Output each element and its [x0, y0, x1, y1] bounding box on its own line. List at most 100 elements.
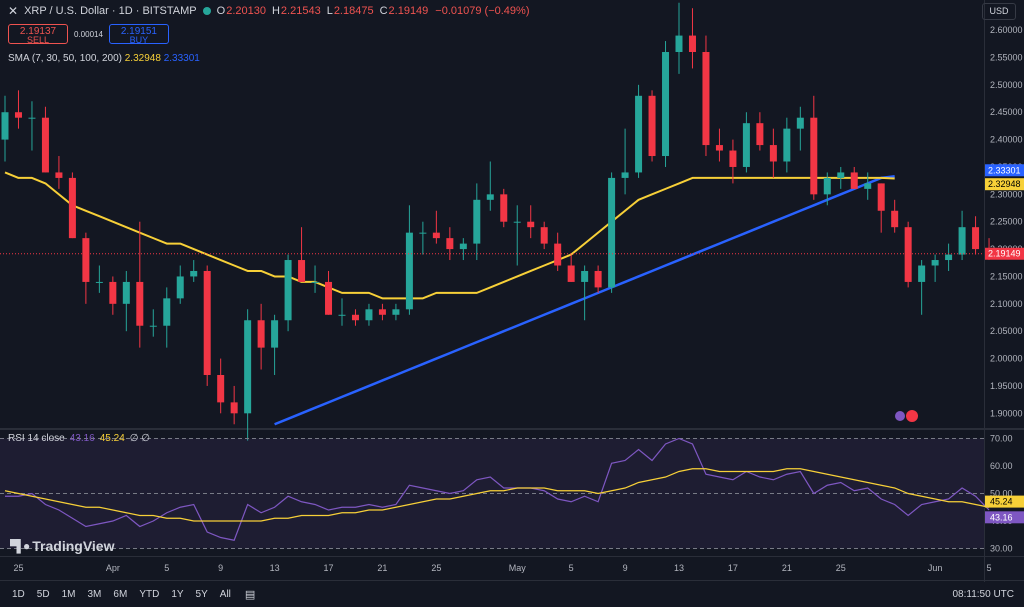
time-tick-label: 5	[164, 563, 169, 573]
buy-button[interactable]: 2.19151 BUY	[108, 24, 169, 45]
candle-body	[864, 183, 872, 189]
ohlc-value: −0.01079 (−0.49%)	[435, 5, 530, 17]
sell-button[interactable]: 2.19137 SELL	[8, 24, 68, 45]
candle-body	[284, 260, 292, 321]
price-tick-label: 2.10000	[990, 299, 1023, 309]
candle-body	[918, 265, 926, 282]
ohlc-key: C	[379, 5, 388, 17]
close-icon[interactable]: ✕	[8, 4, 18, 18]
price-tick-label: 2.55000	[990, 52, 1023, 62]
chart-canvas[interactable]: 1.90000 1.95000 2.00000 2.05000 2.10000 2.150…	[0, 0, 1024, 607]
price-tick-label: 2.30000	[990, 189, 1023, 199]
candle-body	[378, 309, 386, 315]
rsi-legend-label: RSI 14 close	[8, 433, 65, 444]
candle-body	[149, 325, 157, 327]
candle-body	[675, 35, 683, 53]
candle-body	[648, 95, 656, 157]
candle-body	[203, 270, 211, 375]
candle-body	[850, 172, 858, 189]
buy-label: BUY	[129, 35, 149, 45]
rsi-legend[interactable]: RSI 14 close 43.16 45.24 ∅ ∅	[8, 433, 150, 444]
time-tick-label: 13	[270, 563, 280, 573]
rsi-tick-label: 60.00	[990, 461, 1013, 471]
candle-body	[190, 270, 198, 277]
time-tick-label: Apr	[106, 563, 120, 573]
time-tick-label: 9	[218, 563, 223, 573]
price-tick-label: 1.90000	[990, 408, 1023, 418]
candle-body	[217, 374, 225, 403]
candle-body	[608, 177, 616, 288]
ohlc-values: O2.20130 H2.21543 L2.18475 C2.19149 −0.01079…	[217, 5, 536, 17]
range-button-1m[interactable]: 1M	[62, 589, 76, 600]
time-tick-label: 17	[728, 563, 738, 573]
spread-value: 0.00014	[74, 29, 103, 39]
candle-body	[958, 227, 966, 255]
candle-body	[14, 112, 22, 118]
time-tick-label: 21	[782, 563, 792, 573]
candle-body	[742, 123, 750, 167]
candle-body	[796, 117, 804, 129]
ohlc-key: H	[271, 5, 280, 17]
candle-body	[877, 183, 885, 211]
symbol-header: ✕ XRP / U.S. Dollar · 1D · BITSTAMP O2.2…	[8, 3, 535, 19]
price-tick-label: 2.05000	[990, 326, 1023, 336]
candle-body	[540, 227, 548, 244]
time-tick-label: 25	[431, 563, 441, 573]
candle-body	[931, 260, 939, 266]
ohlc-value: 2.21543	[280, 5, 321, 17]
range-button-6m[interactable]: 6M	[113, 589, 127, 600]
range-button-1y[interactable]: 1Y	[171, 589, 183, 600]
market-status-icon	[202, 7, 211, 15]
range-button-all[interactable]: All	[220, 589, 231, 600]
candle-body	[41, 117, 49, 173]
candle-body	[527, 221, 535, 228]
bottom-toolbar: 1D 5D 1M 3M 6M YTD 1Y 5Y All ▤ 08:11:50 UTC	[0, 582, 1024, 607]
candle-body	[621, 172, 629, 178]
candle-body	[688, 35, 696, 53]
candle-body	[55, 172, 63, 178]
candle-body	[756, 123, 764, 146]
rsi-badge-label: 43.16	[990, 512, 1013, 522]
price-tick-label: 2.00000	[990, 354, 1023, 364]
candle-body	[783, 128, 791, 162]
range-button-5y[interactable]: 5Y	[196, 589, 208, 600]
currency-selector[interactable]: USD	[982, 3, 1016, 20]
event-icon	[895, 411, 905, 421]
candle-body	[473, 199, 481, 244]
candle-body	[513, 221, 521, 223]
candle-body	[311, 281, 319, 283]
candle-body	[392, 309, 400, 315]
candle-body	[244, 320, 252, 414]
candle-body	[271, 320, 279, 348]
range-button-1d[interactable]: 1D	[12, 589, 25, 600]
rsi-tick-label: 70.00	[990, 434, 1013, 444]
candle-body	[567, 265, 575, 282]
candle-body	[715, 145, 723, 151]
sma-value-2: 2.33301	[163, 53, 200, 64]
clock[interactable]: 08:11:50 UTC	[952, 589, 1014, 600]
rsi-value: 43.16	[69, 433, 95, 444]
candle-body	[419, 232, 427, 234]
range-button-5d[interactable]: 5D	[37, 589, 50, 600]
rsi-extra: ∅ ∅	[129, 433, 150, 444]
time-tick-label: May	[509, 563, 527, 573]
candle-body	[176, 276, 184, 299]
range-button-3m[interactable]: 3M	[88, 589, 102, 600]
price-badge-label: 2.33301	[988, 165, 1021, 175]
candle-body	[810, 117, 818, 195]
calendar-icon[interactable]: ▤	[245, 588, 255, 601]
trade-panel: 2.19137 SELL 0.00014 2.19151 BUY	[8, 24, 169, 45]
symbol-title[interactable]: XRP / U.S. Dollar · 1D · BITSTAMP	[24, 5, 197, 17]
candle-body	[972, 227, 980, 250]
sma-legend[interactable]: SMA (7, 30, 50, 100, 200) 2.32948 2.3330…	[8, 53, 200, 64]
tradingview-logo[interactable]: ▀▌● TradingView	[10, 538, 114, 554]
ohlc-value: 2.19149	[388, 5, 429, 17]
candle-body	[769, 145, 777, 162]
toolbar-border	[0, 580, 1024, 581]
sell-label: SELL	[26, 35, 50, 45]
candle-body	[95, 281, 103, 283]
price-tick-label: 1.95000	[990, 381, 1023, 391]
candle-body	[122, 281, 130, 304]
range-button-ytd[interactable]: YTD	[139, 589, 159, 600]
candle-body	[486, 194, 494, 200]
